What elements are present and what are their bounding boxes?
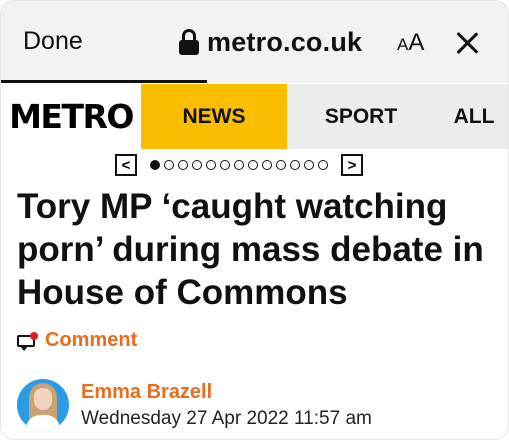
address-bar[interactable]: metro.co.uk <box>179 25 362 59</box>
chevron-left-icon: < <box>121 156 131 174</box>
pager-dot[interactable] <box>178 160 188 170</box>
pager-prev-button[interactable]: < <box>115 154 137 176</box>
metro-logo[interactable]: METRO <box>1 84 141 149</box>
page-load-progress <box>1 80 207 83</box>
url-text: metro.co.uk <box>207 26 363 57</box>
pager-dot[interactable] <box>248 160 258 170</box>
text-size-button[interactable]: AA <box>397 29 424 57</box>
browser-toolbar: Done metro.co.uk AA <box>1 1 508 83</box>
article-headline[interactable]: Tory MP ‘caught watching porn’ during ma… <box>17 185 499 314</box>
lock-icon <box>179 29 199 55</box>
pager-dot[interactable] <box>290 160 300 170</box>
nav-item-sport[interactable]: SPORT <box>291 84 431 149</box>
pager-dot[interactable] <box>318 160 328 170</box>
publish-date: Wednesday 27 Apr 2022 11:57 am <box>81 408 372 429</box>
pager-dot[interactable] <box>276 160 286 170</box>
pager-dot[interactable] <box>304 160 314 170</box>
notification-dot <box>30 331 38 340</box>
comment-icon <box>17 331 38 351</box>
text-size-large-a: A <box>408 29 425 56</box>
author-avatar[interactable] <box>17 379 69 431</box>
pager-dot[interactable] <box>234 160 244 170</box>
pager-dots <box>150 160 328 170</box>
pager-dot[interactable] <box>262 160 272 170</box>
carousel-pager: < > <box>115 154 363 176</box>
nav-item-all[interactable]: ALL <box>449 84 499 149</box>
pager-dot[interactable] <box>192 160 202 170</box>
pager-next-button[interactable]: > <box>341 154 363 176</box>
comment-label: Comment <box>45 329 138 351</box>
author-name[interactable]: Emma Brazell <box>81 381 212 404</box>
chevron-right-icon: > <box>347 156 357 174</box>
screenshot-frame: Done metro.co.uk AA METRO NEWS SPORT ALL… <box>0 0 509 440</box>
pager-dot[interactable] <box>220 160 230 170</box>
pager-dot[interactable] <box>164 160 174 170</box>
close-icon[interactable] <box>455 31 479 55</box>
text-size-small-a: A <box>397 35 409 54</box>
logo-text: METRO <box>9 97 134 136</box>
pager-dot[interactable] <box>150 160 160 170</box>
pager-dot[interactable] <box>206 160 216 170</box>
nav-item-news[interactable]: NEWS <box>141 84 287 149</box>
site-nav: METRO NEWS SPORT ALL <box>1 84 508 149</box>
comment-link[interactable]: Comment <box>17 329 137 352</box>
done-button[interactable]: Done <box>23 27 83 56</box>
